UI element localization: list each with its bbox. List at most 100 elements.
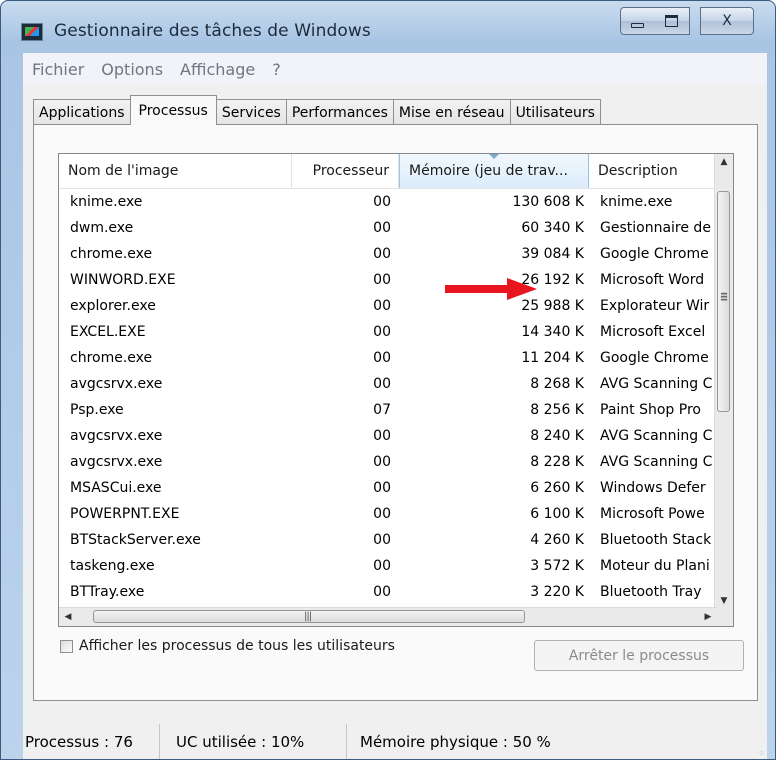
minimize-button[interactable]: [620, 7, 655, 35]
tab-utilisateurs[interactable]: Utilisateurs: [509, 99, 601, 125]
process-name: taskeng.exe: [70, 558, 155, 574]
table-row[interactable]: avgcsrvx.exe 00 8 268 K AVG Scanning C: [59, 371, 717, 397]
column-header-cpu[interactable]: Processeur: [292, 154, 399, 188]
process-description: Microsoft Powe: [600, 506, 705, 522]
status-bar: Processus : 76 UC utilisée : 10% Mémoire…: [23, 724, 767, 759]
process-memory: 39 084 K: [521, 246, 584, 262]
process-memory: 8 268 K: [530, 376, 584, 392]
process-name: Psp.exe: [70, 402, 124, 418]
process-cpu: 00: [373, 220, 391, 236]
process-description: AVG Scanning C: [600, 454, 713, 470]
tab-mise-en-reseau[interactable]: Mise en réseau: [392, 99, 511, 125]
sort-descending-icon: [489, 154, 499, 159]
table-row[interactable]: BTTray.exe 00 3 220 K Bluetooth Tray: [59, 579, 717, 605]
process-description: Moteur du Plani: [600, 558, 710, 574]
table-row[interactable]: avgcsrvx.exe 00 8 240 K AVG Scanning C: [59, 423, 717, 449]
process-cpu: 00: [373, 350, 391, 366]
process-name: avgcsrvx.exe: [70, 376, 163, 392]
process-description: Paint Shop Pro: [600, 402, 701, 418]
menu-affichage[interactable]: Affichage: [171, 60, 263, 79]
process-memory: 6 260 K: [530, 480, 584, 496]
table-row[interactable]: chrome.exe 00 11 204 K Google Chrome: [59, 345, 717, 371]
tab-performances[interactable]: Performances: [285, 99, 394, 125]
maximize-button[interactable]: [654, 7, 690, 35]
close-icon: X: [722, 13, 732, 29]
status-memory: Mémoire physique : 50 %: [360, 732, 551, 751]
menu-bar: Fichier Options Affichage ?: [23, 53, 767, 85]
column-header-description[interactable]: Description: [589, 154, 717, 188]
close-button[interactable]: X: [700, 7, 754, 35]
horizontal-scrollbar[interactable]: ◀ ||| ▶: [59, 607, 717, 626]
client-area: Applications Processus Services Performa…: [23, 85, 767, 724]
process-memory: 60 340 K: [521, 220, 584, 236]
tab-strip: Applications Processus Services Performa…: [33, 95, 601, 125]
column-header-name[interactable]: Nom de l'image: [59, 154, 292, 188]
tab-processus[interactable]: Processus: [129, 95, 217, 125]
process-cpu: 00: [373, 454, 391, 470]
process-memory: 6 100 K: [530, 506, 584, 522]
scroll-up-icon[interactable]: ▲: [715, 154, 733, 171]
table-row[interactable]: BTStackServer.exe 00 4 260 K Bluetooth Stac…: [59, 527, 717, 553]
table-row[interactable]: EXCEL.EXE 00 14 340 K Microsoft Excel: [59, 319, 717, 345]
process-description: Windows Defer: [600, 480, 706, 496]
red-arrow-icon: [445, 278, 537, 300]
task-manager-icon[interactable]: [21, 23, 43, 41]
vertical-scroll-thumb[interactable]: ━ ━ ━: [717, 191, 730, 412]
tab-applications[interactable]: Applications: [33, 99, 131, 125]
table-row[interactable]: taskeng.exe 00 3 572 K Moteur du Plani: [59, 553, 717, 579]
process-cpu: 00: [373, 194, 391, 210]
table-row[interactable]: chrome.exe 00 39 084 K Google Chrome: [59, 241, 717, 267]
process-description: knime.exe: [600, 194, 673, 210]
table-row[interactable]: knime.exe 00 130 608 K knime.exe: [59, 189, 717, 215]
process-name: explorer.exe: [70, 298, 156, 314]
process-description: Explorateur Wir: [600, 298, 710, 314]
process-name: chrome.exe: [70, 246, 153, 262]
table-row[interactable]: explorer.exe 00 25 988 K Explorateur Wir: [59, 293, 717, 319]
title-bar[interactable]: Gestionnaire des tâches de Windows X: [1, 1, 775, 51]
process-name: dwm.exe: [70, 220, 134, 236]
menu-options[interactable]: Options: [92, 60, 171, 79]
table-row[interactable]: avgcsrvx.exe 00 8 228 K AVG Scanning C: [59, 449, 717, 475]
process-cpu: 00: [373, 246, 391, 262]
minimize-icon: [631, 23, 644, 28]
column-header-memory[interactable]: Mémoire (jeu de trav...: [399, 154, 589, 188]
processes-panel: Nom de l'image Processeur Mémoire (jeu d…: [33, 124, 758, 701]
process-memory: 4 260 K: [530, 532, 584, 548]
horizontal-scroll-thumb[interactable]: |||: [93, 610, 525, 623]
table-row[interactable]: Psp.exe 07 8 256 K Paint Shop Pro: [59, 397, 717, 423]
process-description: Microsoft Word: [600, 272, 705, 288]
table-row[interactable]: WINWORD.EXE 00 26 192 K Microsoft Word: [59, 267, 717, 293]
process-name: POWERPNT.EXE: [70, 506, 180, 522]
table-row[interactable]: MSASCui.exe 00 6 260 K Windows Defer: [59, 475, 717, 501]
process-memory: 8 240 K: [530, 428, 584, 444]
process-list[interactable]: Nom de l'image Processeur Mémoire (jeu d…: [58, 153, 734, 627]
table-row[interactable]: POWERPNT.EXE 00 6 100 K Microsoft Powe: [59, 501, 717, 527]
resize-grip-icon[interactable]: ⁘: [758, 750, 765, 758]
menu-help[interactable]: ?: [263, 60, 289, 79]
process-description: Bluetooth Tray: [600, 584, 702, 600]
menu-fichier[interactable]: Fichier: [23, 60, 92, 79]
scroll-left-icon[interactable]: ◀: [59, 608, 77, 626]
process-name: chrome.exe: [70, 350, 153, 366]
grip-icon: ━ ━ ━: [721, 289, 728, 306]
end-process-button[interactable]: Arrêter le processus: [534, 640, 744, 671]
maximize-icon: [665, 15, 678, 27]
tab-services[interactable]: Services: [215, 99, 287, 125]
show-all-users-checkbox[interactable]: Afficher les processus de tous les utili…: [60, 638, 395, 654]
table-row[interactable]: dwm.exe 00 60 340 K Gestionnaire de: [59, 215, 717, 241]
process-memory: 3 572 K: [530, 558, 584, 574]
status-cpu: UC utilisée : 10%: [160, 724, 347, 759]
checkbox-box[interactable]: [60, 639, 73, 653]
process-cpu: 00: [373, 506, 391, 522]
process-description: Gestionnaire de: [600, 220, 711, 236]
process-description: Bluetooth Stack: [600, 532, 712, 548]
process-rows: knime.exe 00 130 608 K knime.exe dwm.exe 00 60…: [59, 189, 717, 626]
process-cpu: 00: [373, 376, 391, 392]
process-name: EXCEL.EXE: [70, 324, 146, 340]
vertical-scrollbar[interactable]: ▲ ━ ━ ━ ▼: [714, 154, 733, 610]
column-header-memory-label: Mémoire (jeu de trav...: [409, 163, 568, 179]
process-memory: 8 228 K: [530, 454, 584, 470]
process-description: AVG Scanning C: [600, 428, 713, 444]
process-name: BTTray.exe: [70, 584, 145, 600]
process-name: avgcsrvx.exe: [70, 454, 163, 470]
